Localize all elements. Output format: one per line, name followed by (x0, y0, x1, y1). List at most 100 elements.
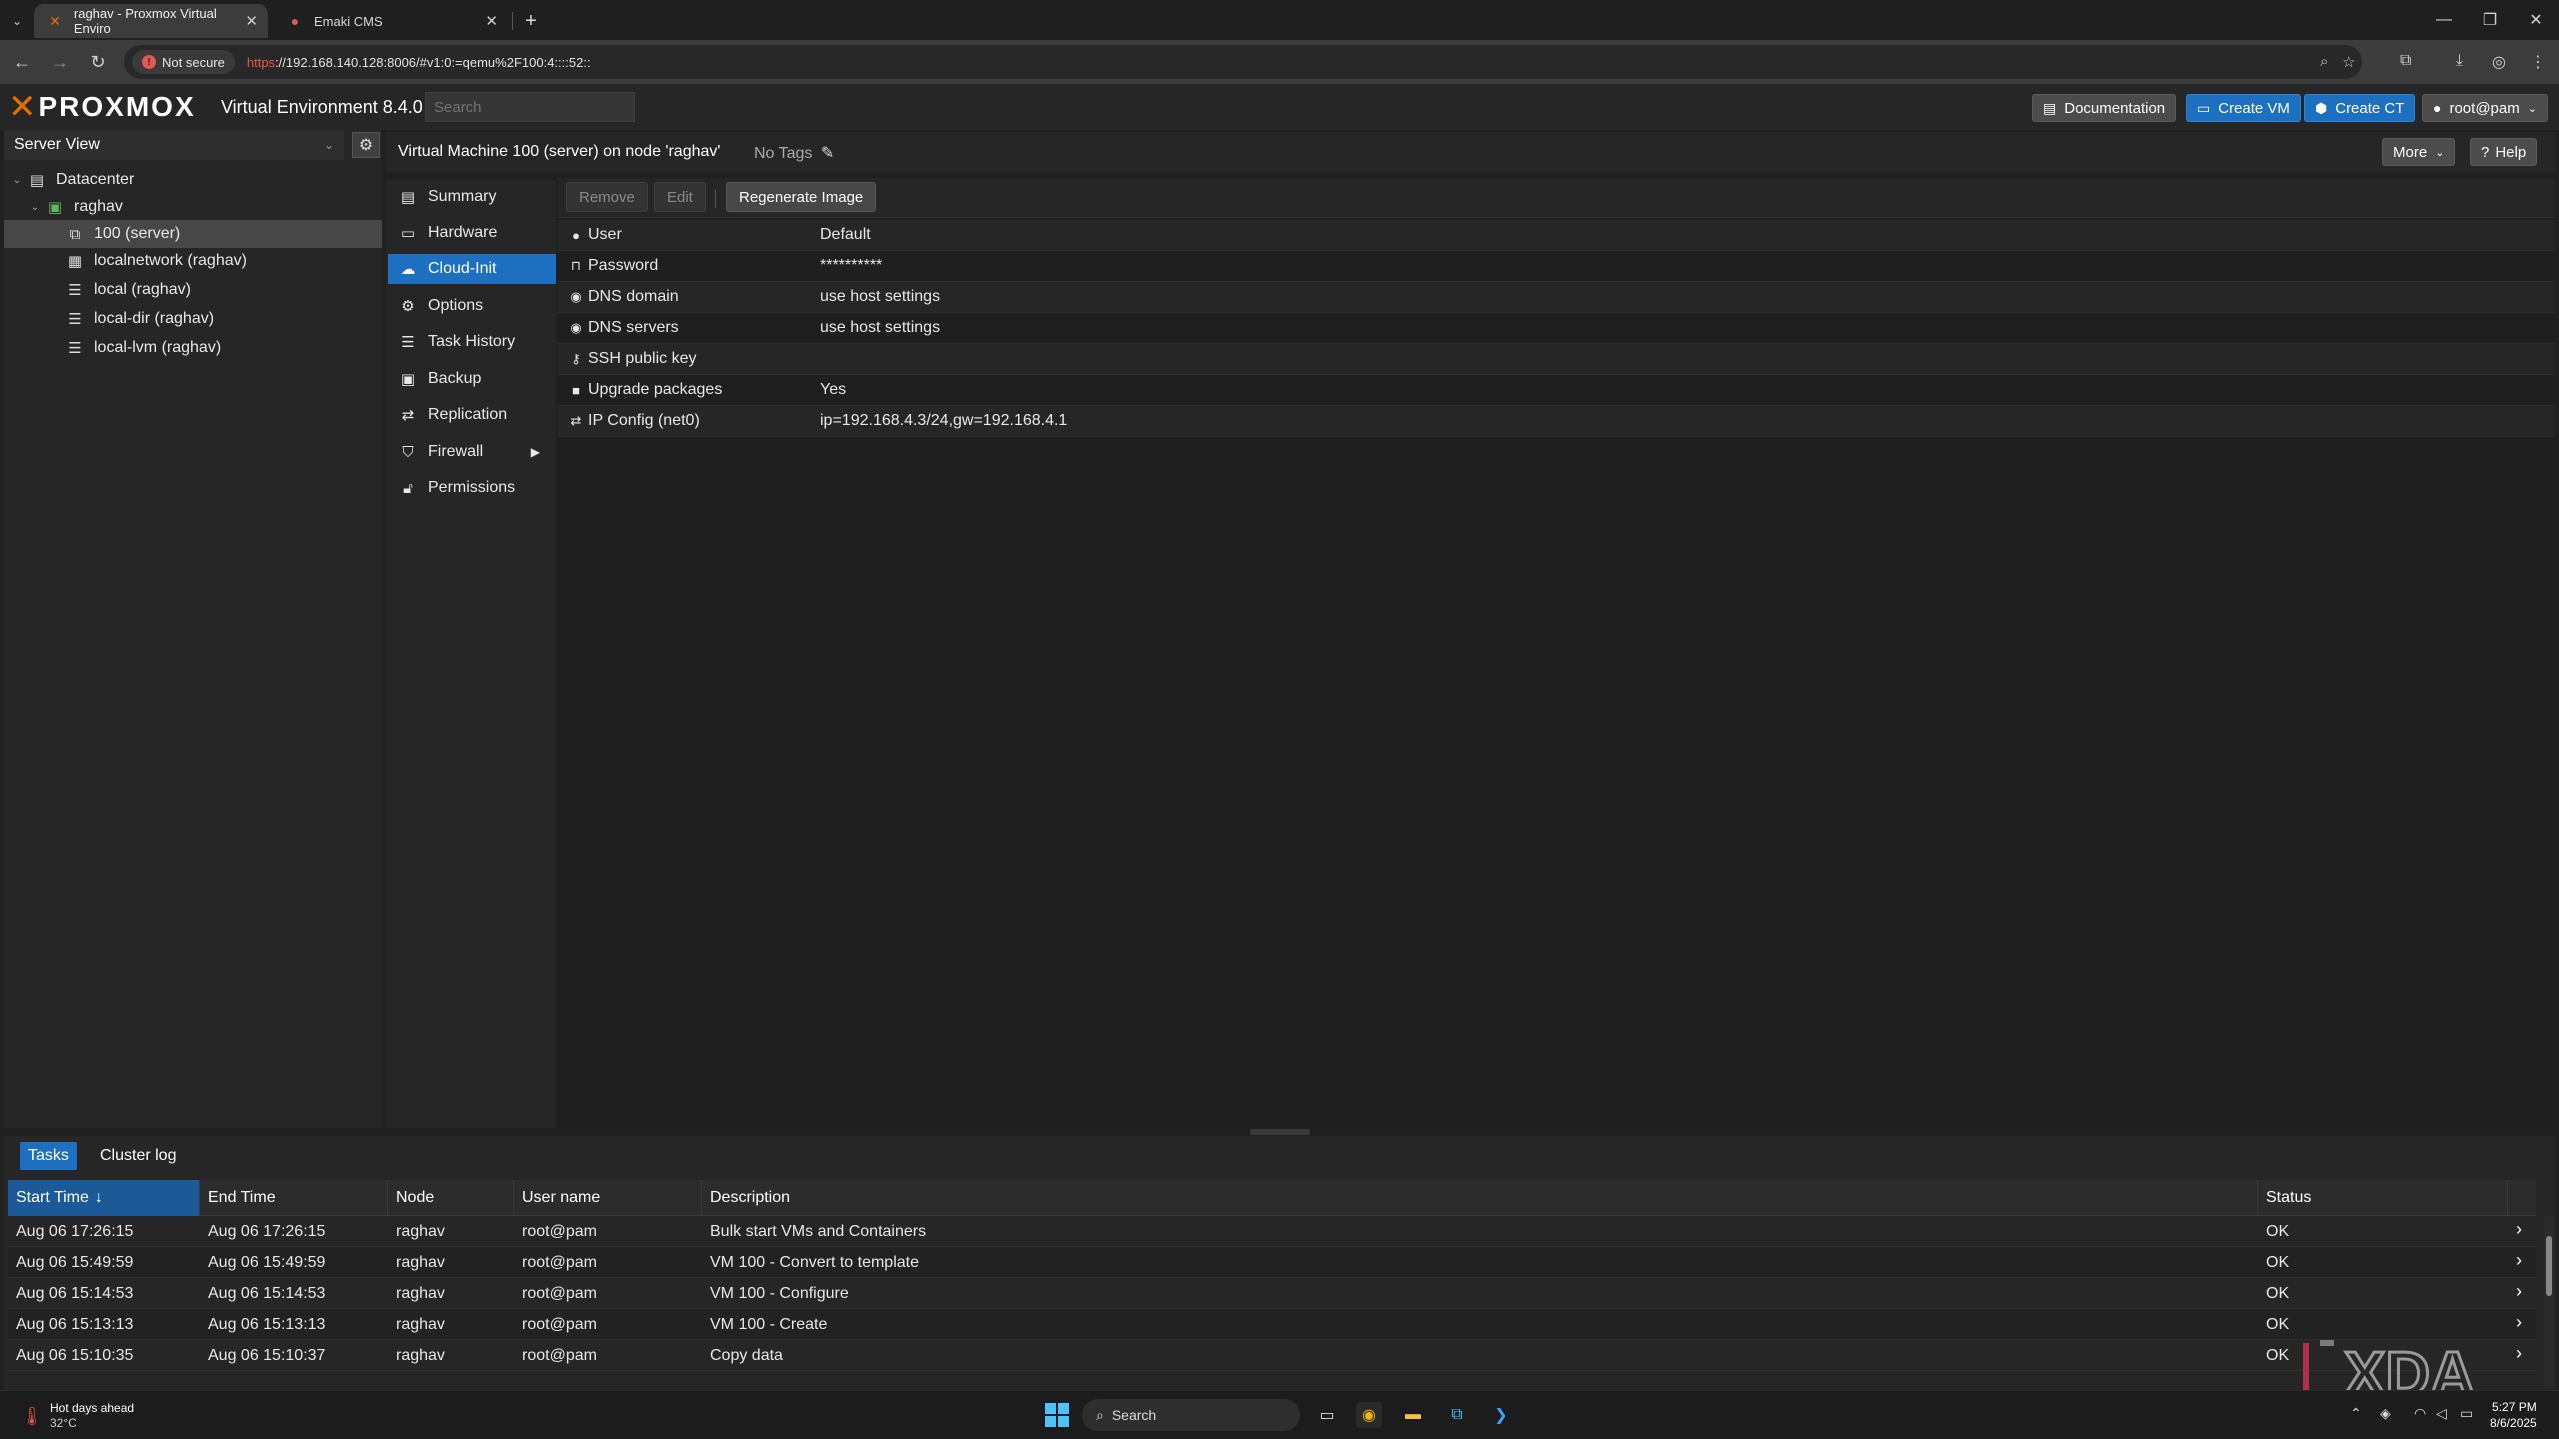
browser-tab-emaki[interactable]: ● Emaki CMS ✕ (274, 4, 508, 38)
tray-chevron-up-icon[interactable]: ⌃ (2350, 1405, 2362, 1422)
remove-button[interactable]: Remove (566, 182, 648, 212)
chevron-right-icon[interactable]: › (2516, 1250, 2522, 1271)
tree-item-local[interactable]: ☰ local (raghav) (4, 276, 382, 304)
header-search-input[interactable] (425, 92, 635, 122)
task-view-icon[interactable]: ▭ (1314, 1402, 1340, 1428)
close-tab-icon[interactable]: ✕ (245, 12, 258, 30)
close-tab-icon[interactable]: ✕ (485, 12, 498, 30)
back-icon[interactable]: ← (8, 48, 36, 76)
address-bar[interactable]: ! Not secure https://192.168.140.128:800… (124, 45, 2362, 79)
regenerate-image-button[interactable]: Regenerate Image (726, 182, 877, 212)
restore-icon[interactable]: ❐ (2468, 6, 2512, 34)
user-menu-button[interactable]: ● root@pam ⌄ (2422, 94, 2548, 122)
tree-item-localnetwork[interactable]: ▦ localnetwork (raghav) (4, 247, 382, 275)
table-row[interactable]: Aug 06 15:13:13 Aug 06 15:13:13 raghav r… (8, 1309, 2536, 1340)
create-vm-button[interactable]: ▭ Create VM (2186, 94, 2301, 122)
collapse-toggle-icon[interactable]: ⌄ (10, 175, 24, 186)
menu-item-options[interactable]: ⚙ Options (388, 291, 556, 321)
edit-button[interactable]: Edit (654, 182, 706, 212)
panel-splitter[interactable] (1250, 1129, 1310, 1135)
chevron-right-icon[interactable]: › (2516, 1312, 2522, 1333)
tab-tasks[interactable]: Tasks (20, 1142, 77, 1170)
menu-item-task-history[interactable]: ☰ Task History (388, 327, 556, 357)
table-row[interactable]: Aug 06 15:49:59 Aug 06 15:49:59 raghav r… (8, 1247, 2536, 1278)
regenerate-label: Regenerate Image (739, 188, 864, 206)
bookmark-star-icon[interactable]: ☆ (2342, 53, 2355, 71)
create-ct-button[interactable]: ⬢ Create CT (2304, 94, 2416, 122)
server-view-select[interactable]: Server View ⌄ (4, 130, 344, 160)
minimize-icon[interactable]: — (2422, 6, 2466, 34)
scrollbar-thumb[interactable] (2546, 1236, 2552, 1296)
tab-search-icon[interactable]: ⌄ (6, 10, 28, 32)
weather-widget[interactable]: 🌡︎ Hot days ahead 32°C (20, 1401, 135, 1431)
tree-item-local-lvm[interactable]: ☰ local-lvm (raghav) (4, 334, 382, 362)
column-user-name[interactable]: User name (514, 1180, 702, 1216)
file-explorer-icon[interactable]: ▬ (1400, 1402, 1426, 1428)
ci-row-dns-servers[interactable]: ◉ DNS servers use host settings (558, 313, 2554, 344)
book-icon: ▤ (400, 189, 416, 206)
zoom-icon[interactable]: ⌕ (2320, 53, 2328, 70)
column-node[interactable]: Node (388, 1180, 514, 1216)
download-icon[interactable]: ⤓ (2456, 52, 2463, 70)
ci-row-upgrade-packages[interactable]: ■ Upgrade packages Yes (558, 375, 2554, 406)
menu-item-replication[interactable]: ⇄ Replication (388, 400, 556, 430)
menu-item-cloud-init[interactable]: ☁ Cloud-Init (388, 254, 556, 284)
profile-icon[interactable]: ◎ (2492, 52, 2506, 72)
tree-item-datacenter[interactable]: ⌄ ▤ Datacenter (4, 166, 382, 194)
ci-row-ssh-key[interactable]: ⚷ SSH public key (558, 344, 2554, 375)
taskbar-search[interactable]: ⌕ Search (1082, 1399, 1300, 1431)
column-description[interactable]: Description (702, 1180, 2258, 1216)
tree-item-node-raghav[interactable]: ⌄ ▣ raghav (4, 193, 382, 221)
ci-row-user[interactable]: ● User Default (558, 220, 2554, 251)
tags-editor[interactable]: No Tags ✎ (754, 143, 834, 163)
chevron-right-icon[interactable]: › (2516, 1281, 2522, 1302)
vscode-icon[interactable]: ❯ (1488, 1402, 1514, 1428)
tree-item-vm-100[interactable]: ⧉ 100 (server) (4, 220, 382, 248)
table-row[interactable]: Aug 06 17:26:15 Aug 06 17:26:15 raghav r… (8, 1216, 2536, 1247)
column-status[interactable]: Status (2258, 1180, 2508, 1216)
new-tab-icon[interactable]: + (518, 8, 544, 34)
table-row[interactable]: Aug 06 15:10:35 Aug 06 15:10:37 raghav r… (8, 1340, 2536, 1371)
volume-mute-icon[interactable]: ◁ (2436, 1405, 2447, 1422)
tasks-scrollbar[interactable] (2544, 1216, 2554, 1386)
url-text[interactable]: https://192.168.140.128:8006/#v1:0:=qemu… (247, 55, 591, 70)
not-secure-badge[interactable]: ! Not secure (132, 50, 235, 74)
edit-label: Edit (667, 188, 693, 206)
battery-icon[interactable]: ▭ (2460, 1405, 2473, 1422)
column-end-time[interactable]: End Time (200, 1180, 388, 1216)
help-button[interactable]: ? Help (2470, 138, 2538, 166)
wifi-icon[interactable]: ◠ (2414, 1405, 2426, 1422)
chevron-right-icon[interactable]: › (2516, 1219, 2522, 1240)
cell-description: VM 100 - Configure (710, 1285, 849, 1302)
documentation-button[interactable]: ▤ Documentation (2032, 94, 2177, 122)
ci-row-dns-domain[interactable]: ◉ DNS domain use host settings (558, 282, 2554, 313)
tab-cluster-log[interactable]: Cluster log (100, 1142, 176, 1170)
menu-item-permissions[interactable]: 🔓︎ Permissions (388, 473, 556, 503)
ci-row-ip-config[interactable]: ⇄ IP Config (net0) ip=192.168.4.3/24,gw=1… (558, 406, 2554, 437)
column-start-time[interactable]: Start Time ↓ (8, 1180, 200, 1216)
pencil-icon[interactable]: ✎ (821, 145, 834, 162)
more-button[interactable]: More ⌄ (2382, 138, 2456, 166)
ci-row-password[interactable]: ⊓ Password ********** (558, 251, 2554, 282)
table-row[interactable]: Aug 06 15:14:53 Aug 06 15:14:53 raghav r… (8, 1278, 2536, 1309)
forward-icon[interactable]: → (46, 48, 74, 76)
tree-settings-button[interactable]: ⚙ (352, 132, 380, 158)
menu-item-firewall[interactable]: ⛉ Firewall ▶ (388, 437, 556, 467)
windows-start-icon[interactable] (1045, 1403, 1069, 1427)
expand-arrow-icon[interactable]: ▶ (531, 445, 540, 459)
tree-item-label: 100 (server) (94, 225, 181, 242)
menu-item-summary[interactable]: ▤ Summary (388, 182, 556, 212)
browser-tab-proxmox[interactable]: ✕ raghav - Proxmox Virtual Enviro ✕ (34, 4, 268, 38)
menu-item-backup[interactable]: ▣ Backup (388, 364, 556, 394)
close-window-icon[interactable]: ✕ (2514, 6, 2558, 34)
menu-kebab-icon[interactable]: ⋮ (2530, 52, 2546, 72)
taskbar-clock[interactable]: 5:27 PM 8/6/2025 (2490, 1399, 2537, 1431)
reload-icon[interactable]: ↻ (84, 48, 112, 76)
extensions-icon[interactable]: ⧉ (2400, 52, 2411, 70)
tray-app-icon[interactable]: ◈ (2380, 1405, 2391, 1422)
store-icon[interactable]: ⧉ (1444, 1402, 1470, 1428)
menu-item-hardware[interactable]: ▭ Hardware (388, 218, 556, 248)
collapse-toggle-icon[interactable]: ⌄ (28, 202, 42, 213)
chrome-icon[interactable]: ◉ (1356, 1402, 1382, 1428)
tree-item-local-dir[interactable]: ☰ local-dir (raghav) (4, 305, 382, 333)
